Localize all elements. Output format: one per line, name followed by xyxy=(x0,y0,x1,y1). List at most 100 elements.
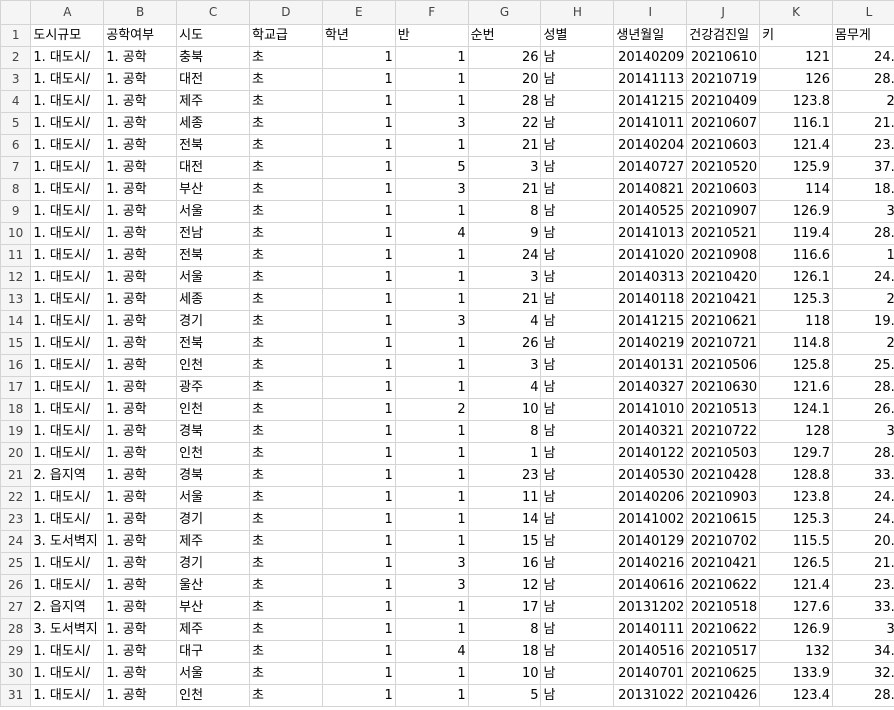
cell[interactable]: 1. 공학 xyxy=(103,464,178,487)
cell[interactable]: 1. 대도시/ xyxy=(30,508,105,531)
cell[interactable]: 28.8 xyxy=(831,442,894,465)
cell[interactable]: 1. 공학 xyxy=(103,112,178,135)
cell[interactable]: 20210621 xyxy=(686,310,761,333)
cell[interactable]: 1 xyxy=(321,486,396,509)
cell[interactable]: 20210521 xyxy=(686,222,761,245)
cell[interactable]: 10 xyxy=(467,398,542,421)
cell[interactable]: 1. 공학 xyxy=(103,442,178,465)
cell[interactable]: 20210517 xyxy=(686,640,761,663)
cell[interactable]: 남 xyxy=(540,332,615,355)
cell[interactable]: 20141013 xyxy=(613,222,688,245)
cell[interactable]: 20141020 xyxy=(613,244,688,267)
cell[interactable]: 20210607 xyxy=(686,112,761,135)
cell[interactable]: 남 xyxy=(540,530,615,553)
cell[interactable]: 남 xyxy=(540,310,615,333)
cell[interactable]: 20140209 xyxy=(613,46,688,69)
cell[interactable]: 1. 공학 xyxy=(103,574,178,597)
row-number[interactable]: 2 xyxy=(0,46,32,69)
cell[interactable]: 전북 xyxy=(176,332,250,355)
cell[interactable]: 1 xyxy=(321,640,396,663)
cell[interactable]: 1. 공학 xyxy=(103,398,178,421)
cell[interactable]: 2. 읍지역 xyxy=(30,596,105,619)
cell[interactable]: 20210630 xyxy=(686,376,761,399)
cell[interactable]: 남 xyxy=(540,552,615,575)
column-header[interactable]: J xyxy=(686,0,761,25)
cell[interactable]: 128 xyxy=(759,420,833,443)
cell[interactable]: 남 xyxy=(540,574,615,597)
cell[interactable]: 1. 공학 xyxy=(103,178,178,201)
cell[interactable]: 제주 xyxy=(176,618,250,641)
cell[interactable]: 19.3 xyxy=(831,310,894,333)
cell[interactable]: 1. 대도시/ xyxy=(30,332,105,355)
cell[interactable]: 2 xyxy=(394,398,469,421)
cell[interactable]: 34.6 xyxy=(831,640,894,663)
cell[interactable]: 126.9 xyxy=(759,200,833,223)
cell[interactable]: 인천 xyxy=(176,684,250,707)
cell[interactable]: 남 xyxy=(540,112,615,135)
cell[interactable]: 1. 공학 xyxy=(103,376,178,399)
cell[interactable]: 121 xyxy=(759,46,833,69)
header-cell[interactable]: 성별 xyxy=(540,24,615,47)
cell[interactable]: 1. 대도시/ xyxy=(30,266,105,289)
cell[interactable]: 26 xyxy=(467,332,542,355)
cell[interactable]: 115.5 xyxy=(759,530,833,553)
cell[interactable]: 초 xyxy=(248,112,323,135)
column-header[interactable]: C xyxy=(176,0,250,25)
cell[interactable]: 125.3 xyxy=(759,508,833,531)
row-number[interactable]: 8 xyxy=(0,178,32,201)
row-number[interactable]: 31 xyxy=(0,684,32,707)
cell[interactable]: 20141215 xyxy=(613,310,688,333)
cell[interactable]: 116.6 xyxy=(759,244,833,267)
cell[interactable]: 남 xyxy=(540,442,615,465)
cell[interactable]: 125.9 xyxy=(759,156,833,179)
cell[interactable]: 1 xyxy=(321,178,396,201)
cell[interactable]: 133.9 xyxy=(759,662,833,685)
cell[interactable]: 20140727 xyxy=(613,156,688,179)
cell[interactable]: 1 xyxy=(321,266,396,289)
cell[interactable]: 1 xyxy=(394,288,469,311)
cell[interactable]: 20210428 xyxy=(686,464,761,487)
cell[interactable]: 1 xyxy=(394,596,469,619)
cell[interactable]: 3 xyxy=(467,266,542,289)
cell[interactable]: 초 xyxy=(248,618,323,641)
cell[interactable]: 1. 공학 xyxy=(103,684,178,707)
cell[interactable]: 3 xyxy=(394,310,469,333)
cell[interactable]: 인천 xyxy=(176,398,250,421)
row-number[interactable]: 13 xyxy=(0,288,32,311)
cell[interactable]: 116.1 xyxy=(759,112,833,135)
cell[interactable]: 1. 대도시/ xyxy=(30,552,105,575)
cell[interactable]: 1 xyxy=(321,420,396,443)
cell[interactable]: 123.8 xyxy=(759,486,833,509)
row-number[interactable]: 26 xyxy=(0,574,32,597)
cell[interactable]: 1. 대도시/ xyxy=(30,442,105,465)
cell[interactable]: 121.4 xyxy=(759,134,833,157)
cell[interactable]: 20210426 xyxy=(686,684,761,707)
cell[interactable]: 1. 대도시/ xyxy=(30,684,105,707)
row-number[interactable]: 3 xyxy=(0,68,32,91)
cell[interactable]: 남 xyxy=(540,662,615,685)
cell[interactable]: 초 xyxy=(248,90,323,113)
cell[interactable]: 129.7 xyxy=(759,442,833,465)
cell[interactable]: 21 xyxy=(467,178,542,201)
cell[interactable]: 21 xyxy=(467,288,542,311)
cell[interactable]: 21 xyxy=(467,134,542,157)
row-number[interactable]: 9 xyxy=(0,200,32,223)
cell[interactable]: 20141215 xyxy=(613,90,688,113)
cell[interactable]: 14 xyxy=(467,508,542,531)
cell[interactable]: 20210420 xyxy=(686,266,761,289)
cell[interactable]: 초 xyxy=(248,200,323,223)
cell[interactable]: 1 xyxy=(321,662,396,685)
cell[interactable]: 20210503 xyxy=(686,442,761,465)
cell[interactable]: 21.3 xyxy=(831,112,894,135)
cell[interactable]: 초 xyxy=(248,156,323,179)
cell[interactable]: 8 xyxy=(467,200,542,223)
cell[interactable]: 초 xyxy=(248,310,323,333)
cell[interactable]: 1 xyxy=(321,398,396,421)
cell[interactable]: 20210907 xyxy=(686,200,761,223)
cell[interactable]: 20210520 xyxy=(686,156,761,179)
cell[interactable]: 26 xyxy=(467,46,542,69)
cell[interactable]: 남 xyxy=(540,398,615,421)
cell[interactable]: 1. 공학 xyxy=(103,266,178,289)
cell[interactable]: 1. 공학 xyxy=(103,134,178,157)
cell[interactable]: 20140313 xyxy=(613,266,688,289)
